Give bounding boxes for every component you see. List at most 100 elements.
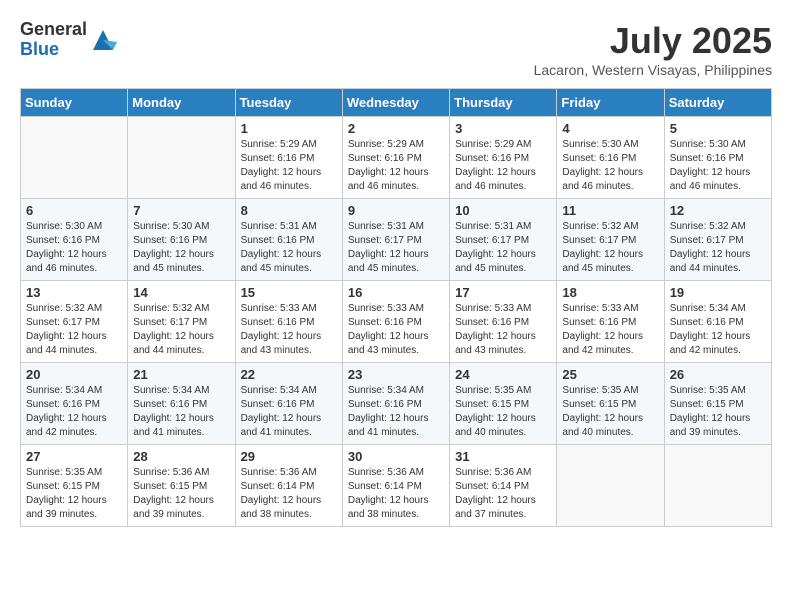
logo-general-text: General (20, 19, 87, 39)
day-number: 10 (455, 203, 551, 218)
day-number: 22 (241, 367, 337, 382)
calendar-cell: 4 Sunrise: 5:30 AM Sunset: 6:16 PM Daylig… (557, 117, 664, 199)
calendar-cell: 9Sunrise: 5:31 AM Sunset: 6:17 PM Daylig… (342, 199, 449, 281)
day-info: Sunrise: 5:34 AM Sunset: 6:16 PM Dayligh… (26, 384, 122, 440)
day-number: 28 (133, 449, 229, 464)
day-info: Sunrise: 5:34 AM Sunset: 6:16 PM Dayligh… (348, 384, 444, 440)
calendar-week-row: 6 Sunrise: 5:30 AM Sunset: 6:16 PM Daylig… (21, 199, 772, 281)
calendar-cell: 18Sunrise: 5:33 AM Sunset: 6:16 PM Dayli… (557, 281, 664, 363)
day-number: 24 (455, 367, 551, 382)
calendar-cell: 19 Sunrise: 5:34 AM Sunset: 6:16 PM Dayli… (664, 281, 771, 363)
day-number: 8 (241, 203, 337, 218)
day-info: Sunrise: 5:35 AM Sunset: 6:15 PM Dayligh… (670, 384, 766, 440)
day-info: Sunrise: 5:29 AM Sunset: 6:16 PM Dayligh… (455, 138, 551, 194)
calendar-cell: 6 Sunrise: 5:30 AM Sunset: 6:16 PM Daylig… (21, 199, 128, 281)
day-number: 4 (562, 121, 658, 136)
day-number: 12 (670, 203, 766, 218)
calendar-cell (21, 117, 128, 199)
calendar-cell: 16 Sunrise: 5:33 AM Sunset: 6:16 PM Dayli… (342, 281, 449, 363)
logo-blue-text: Blue (20, 39, 59, 59)
calendar-cell: 31 Sunrise: 5:36 AM Sunset: 6:14 PM Dayli… (450, 445, 557, 527)
day-info: Sunrise: 5:31 AM Sunset: 6:16 PM Dayligh… (241, 220, 337, 276)
day-info: Sunrise: 5:32 AM Sunset: 6:17 PM Dayligh… (562, 220, 658, 276)
day-info: Sunrise: 5:34 AM Sunset: 6:16 PM Dayligh… (670, 302, 766, 358)
logo-icon (89, 26, 117, 54)
day-number: 19 (670, 285, 766, 300)
day-number: 6 (26, 203, 122, 218)
day-number: 29 (241, 449, 337, 464)
day-number: 31 (455, 449, 551, 464)
calendar-cell: 12 Sunrise: 5:32 AM Sunset: 6:17 PM Dayli… (664, 199, 771, 281)
calendar-cell: 5 Sunrise: 5:30 AM Sunset: 6:16 PM Daylig… (664, 117, 771, 199)
calendar-cell: 26 Sunrise: 5:35 AM Sunset: 6:15 PM Dayli… (664, 363, 771, 445)
calendar-cell: 10 Sunrise: 5:31 AM Sunset: 6:17 PM Dayli… (450, 199, 557, 281)
calendar-day-header: Tuesday (235, 89, 342, 117)
calendar-cell: 28Sunrise: 5:36 AM Sunset: 6:15 PM Dayli… (128, 445, 235, 527)
day-info: Sunrise: 5:32 AM Sunset: 6:17 PM Dayligh… (670, 220, 766, 276)
calendar-cell: 24 Sunrise: 5:35 AM Sunset: 6:15 PM Dayli… (450, 363, 557, 445)
calendar-cell: 23Sunrise: 5:34 AM Sunset: 6:16 PM Dayli… (342, 363, 449, 445)
day-number: 17 (455, 285, 551, 300)
calendar-week-row: 13 Sunrise: 5:32 AM Sunset: 6:17 PM Dayli… (21, 281, 772, 363)
calendar-cell: 14Sunrise: 5:32 AM Sunset: 6:17 PM Dayli… (128, 281, 235, 363)
day-info: Sunrise: 5:31 AM Sunset: 6:17 PM Dayligh… (455, 220, 551, 276)
day-number: 2 (348, 121, 444, 136)
day-number: 26 (670, 367, 766, 382)
calendar-cell: 2 Sunrise: 5:29 AM Sunset: 6:16 PM Daylig… (342, 117, 449, 199)
day-number: 15 (241, 285, 337, 300)
day-info: Sunrise: 5:34 AM Sunset: 6:16 PM Dayligh… (133, 384, 229, 440)
day-info: Sunrise: 5:33 AM Sunset: 6:16 PM Dayligh… (348, 302, 444, 358)
day-number: 3 (455, 121, 551, 136)
calendar-day-header: Monday (128, 89, 235, 117)
day-number: 25 (562, 367, 658, 382)
calendar-cell: 30 Sunrise: 5:36 AM Sunset: 6:14 PM Dayli… (342, 445, 449, 527)
day-info: Sunrise: 5:29 AM Sunset: 6:16 PM Dayligh… (241, 138, 337, 194)
day-info: Sunrise: 5:32 AM Sunset: 6:17 PM Dayligh… (26, 302, 122, 358)
calendar-day-header: Wednesday (342, 89, 449, 117)
calendar-cell: 15Sunrise: 5:33 AM Sunset: 6:16 PM Dayli… (235, 281, 342, 363)
day-info: Sunrise: 5:30 AM Sunset: 6:16 PM Dayligh… (562, 138, 658, 194)
day-info: Sunrise: 5:35 AM Sunset: 6:15 PM Dayligh… (562, 384, 658, 440)
day-info: Sunrise: 5:36 AM Sunset: 6:14 PM Dayligh… (348, 466, 444, 522)
day-number: 18 (562, 285, 658, 300)
calendar-header-row: SundayMondayTuesdayWednesdayThursdayFrid… (21, 89, 772, 117)
calendar-table: SundayMondayTuesdayWednesdayThursdayFrid… (20, 88, 772, 527)
month-title: July 2025 (534, 20, 772, 62)
calendar-cell: 7Sunrise: 5:30 AM Sunset: 6:16 PM Daylig… (128, 199, 235, 281)
day-info: Sunrise: 5:33 AM Sunset: 6:16 PM Dayligh… (455, 302, 551, 358)
calendar-cell: 27Sunrise: 5:35 AM Sunset: 6:15 PM Dayli… (21, 445, 128, 527)
day-number: 30 (348, 449, 444, 464)
day-number: 13 (26, 285, 122, 300)
calendar-cell: 1Sunrise: 5:29 AM Sunset: 6:16 PM Daylig… (235, 117, 342, 199)
day-info: Sunrise: 5:36 AM Sunset: 6:14 PM Dayligh… (241, 466, 337, 522)
calendar-cell: 13 Sunrise: 5:32 AM Sunset: 6:17 PM Dayli… (21, 281, 128, 363)
page-header: General Blue July 2025 Lacaron, Western … (20, 20, 772, 78)
calendar-cell: 8 Sunrise: 5:31 AM Sunset: 6:16 PM Daylig… (235, 199, 342, 281)
day-info: Sunrise: 5:35 AM Sunset: 6:15 PM Dayligh… (26, 466, 122, 522)
day-info: Sunrise: 5:29 AM Sunset: 6:16 PM Dayligh… (348, 138, 444, 194)
day-number: 20 (26, 367, 122, 382)
day-info: Sunrise: 5:35 AM Sunset: 6:15 PM Dayligh… (455, 384, 551, 440)
day-number: 14 (133, 285, 229, 300)
title-block: July 2025 Lacaron, Western Visayas, Phil… (534, 20, 772, 78)
calendar-day-header: Sunday (21, 89, 128, 117)
day-info: Sunrise: 5:30 AM Sunset: 6:16 PM Dayligh… (670, 138, 766, 194)
calendar-week-row: 27Sunrise: 5:35 AM Sunset: 6:15 PM Dayli… (21, 445, 772, 527)
calendar-cell: 3 Sunrise: 5:29 AM Sunset: 6:16 PM Daylig… (450, 117, 557, 199)
day-number: 5 (670, 121, 766, 136)
day-info: Sunrise: 5:30 AM Sunset: 6:16 PM Dayligh… (26, 220, 122, 276)
day-info: Sunrise: 5:31 AM Sunset: 6:17 PM Dayligh… (348, 220, 444, 276)
subtitle: Lacaron, Western Visayas, Philippines (534, 62, 772, 78)
calendar-cell: 20 Sunrise: 5:34 AM Sunset: 6:16 PM Dayli… (21, 363, 128, 445)
day-info: Sunrise: 5:34 AM Sunset: 6:16 PM Dayligh… (241, 384, 337, 440)
calendar-cell: 29 Sunrise: 5:36 AM Sunset: 6:14 PM Dayli… (235, 445, 342, 527)
calendar-cell: 25 Sunrise: 5:35 AM Sunset: 6:15 PM Dayli… (557, 363, 664, 445)
calendar-cell (557, 445, 664, 527)
day-info: Sunrise: 5:36 AM Sunset: 6:14 PM Dayligh… (455, 466, 551, 522)
calendar-week-row: 20 Sunrise: 5:34 AM Sunset: 6:16 PM Dayli… (21, 363, 772, 445)
day-info: Sunrise: 5:30 AM Sunset: 6:16 PM Dayligh… (133, 220, 229, 276)
calendar-week-row: 1Sunrise: 5:29 AM Sunset: 6:16 PM Daylig… (21, 117, 772, 199)
day-number: 21 (133, 367, 229, 382)
day-number: 16 (348, 285, 444, 300)
calendar-day-header: Thursday (450, 89, 557, 117)
